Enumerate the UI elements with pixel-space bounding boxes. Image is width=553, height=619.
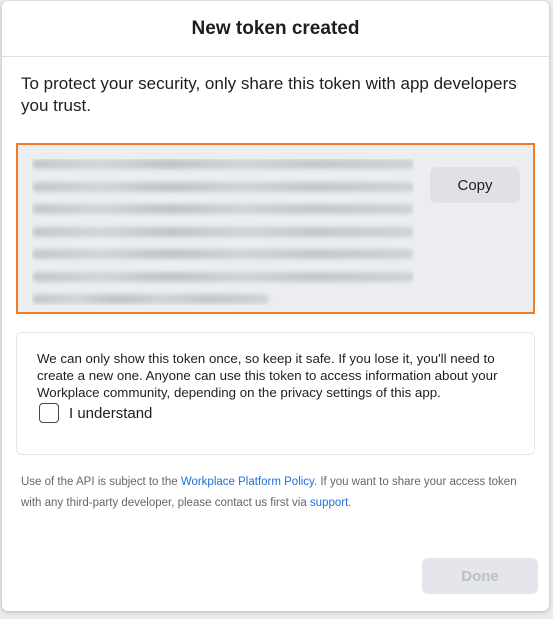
warning-text: We can only show this token once, so kee… (37, 351, 498, 400)
token-line (32, 181, 414, 192)
token-dialog: New token created To protect your securi… (2, 1, 549, 611)
support-link[interactable]: support (310, 497, 348, 509)
understand-checkbox[interactable] (39, 403, 59, 423)
warning-panel: We can only show this token once, so kee… (16, 332, 535, 455)
token-line (32, 226, 414, 237)
token-value-obscured (32, 159, 414, 305)
token-container: Copy (16, 143, 535, 314)
dialog-header: New token created (2, 1, 549, 57)
platform-policy-link[interactable]: Workplace Platform Policy (181, 476, 314, 488)
policy-text-part1: Use of the API is subject to the (21, 476, 181, 488)
understand-label[interactable]: I understand (69, 405, 152, 422)
intro-text: To protect your security, only share thi… (21, 74, 517, 115)
dialog-title: New token created (191, 17, 360, 39)
policy-text: Use of the API is subject to the Workpla… (21, 472, 521, 514)
token-line (32, 249, 414, 259)
understand-row[interactable]: I understand (39, 403, 152, 423)
token-line (32, 294, 269, 304)
token-line (32, 271, 414, 282)
policy-text-part3: . (348, 497, 352, 509)
done-button[interactable]: Done (422, 558, 538, 594)
copy-button[interactable]: Copy (430, 167, 520, 203)
token-line (32, 159, 414, 169)
token-line (32, 204, 414, 214)
